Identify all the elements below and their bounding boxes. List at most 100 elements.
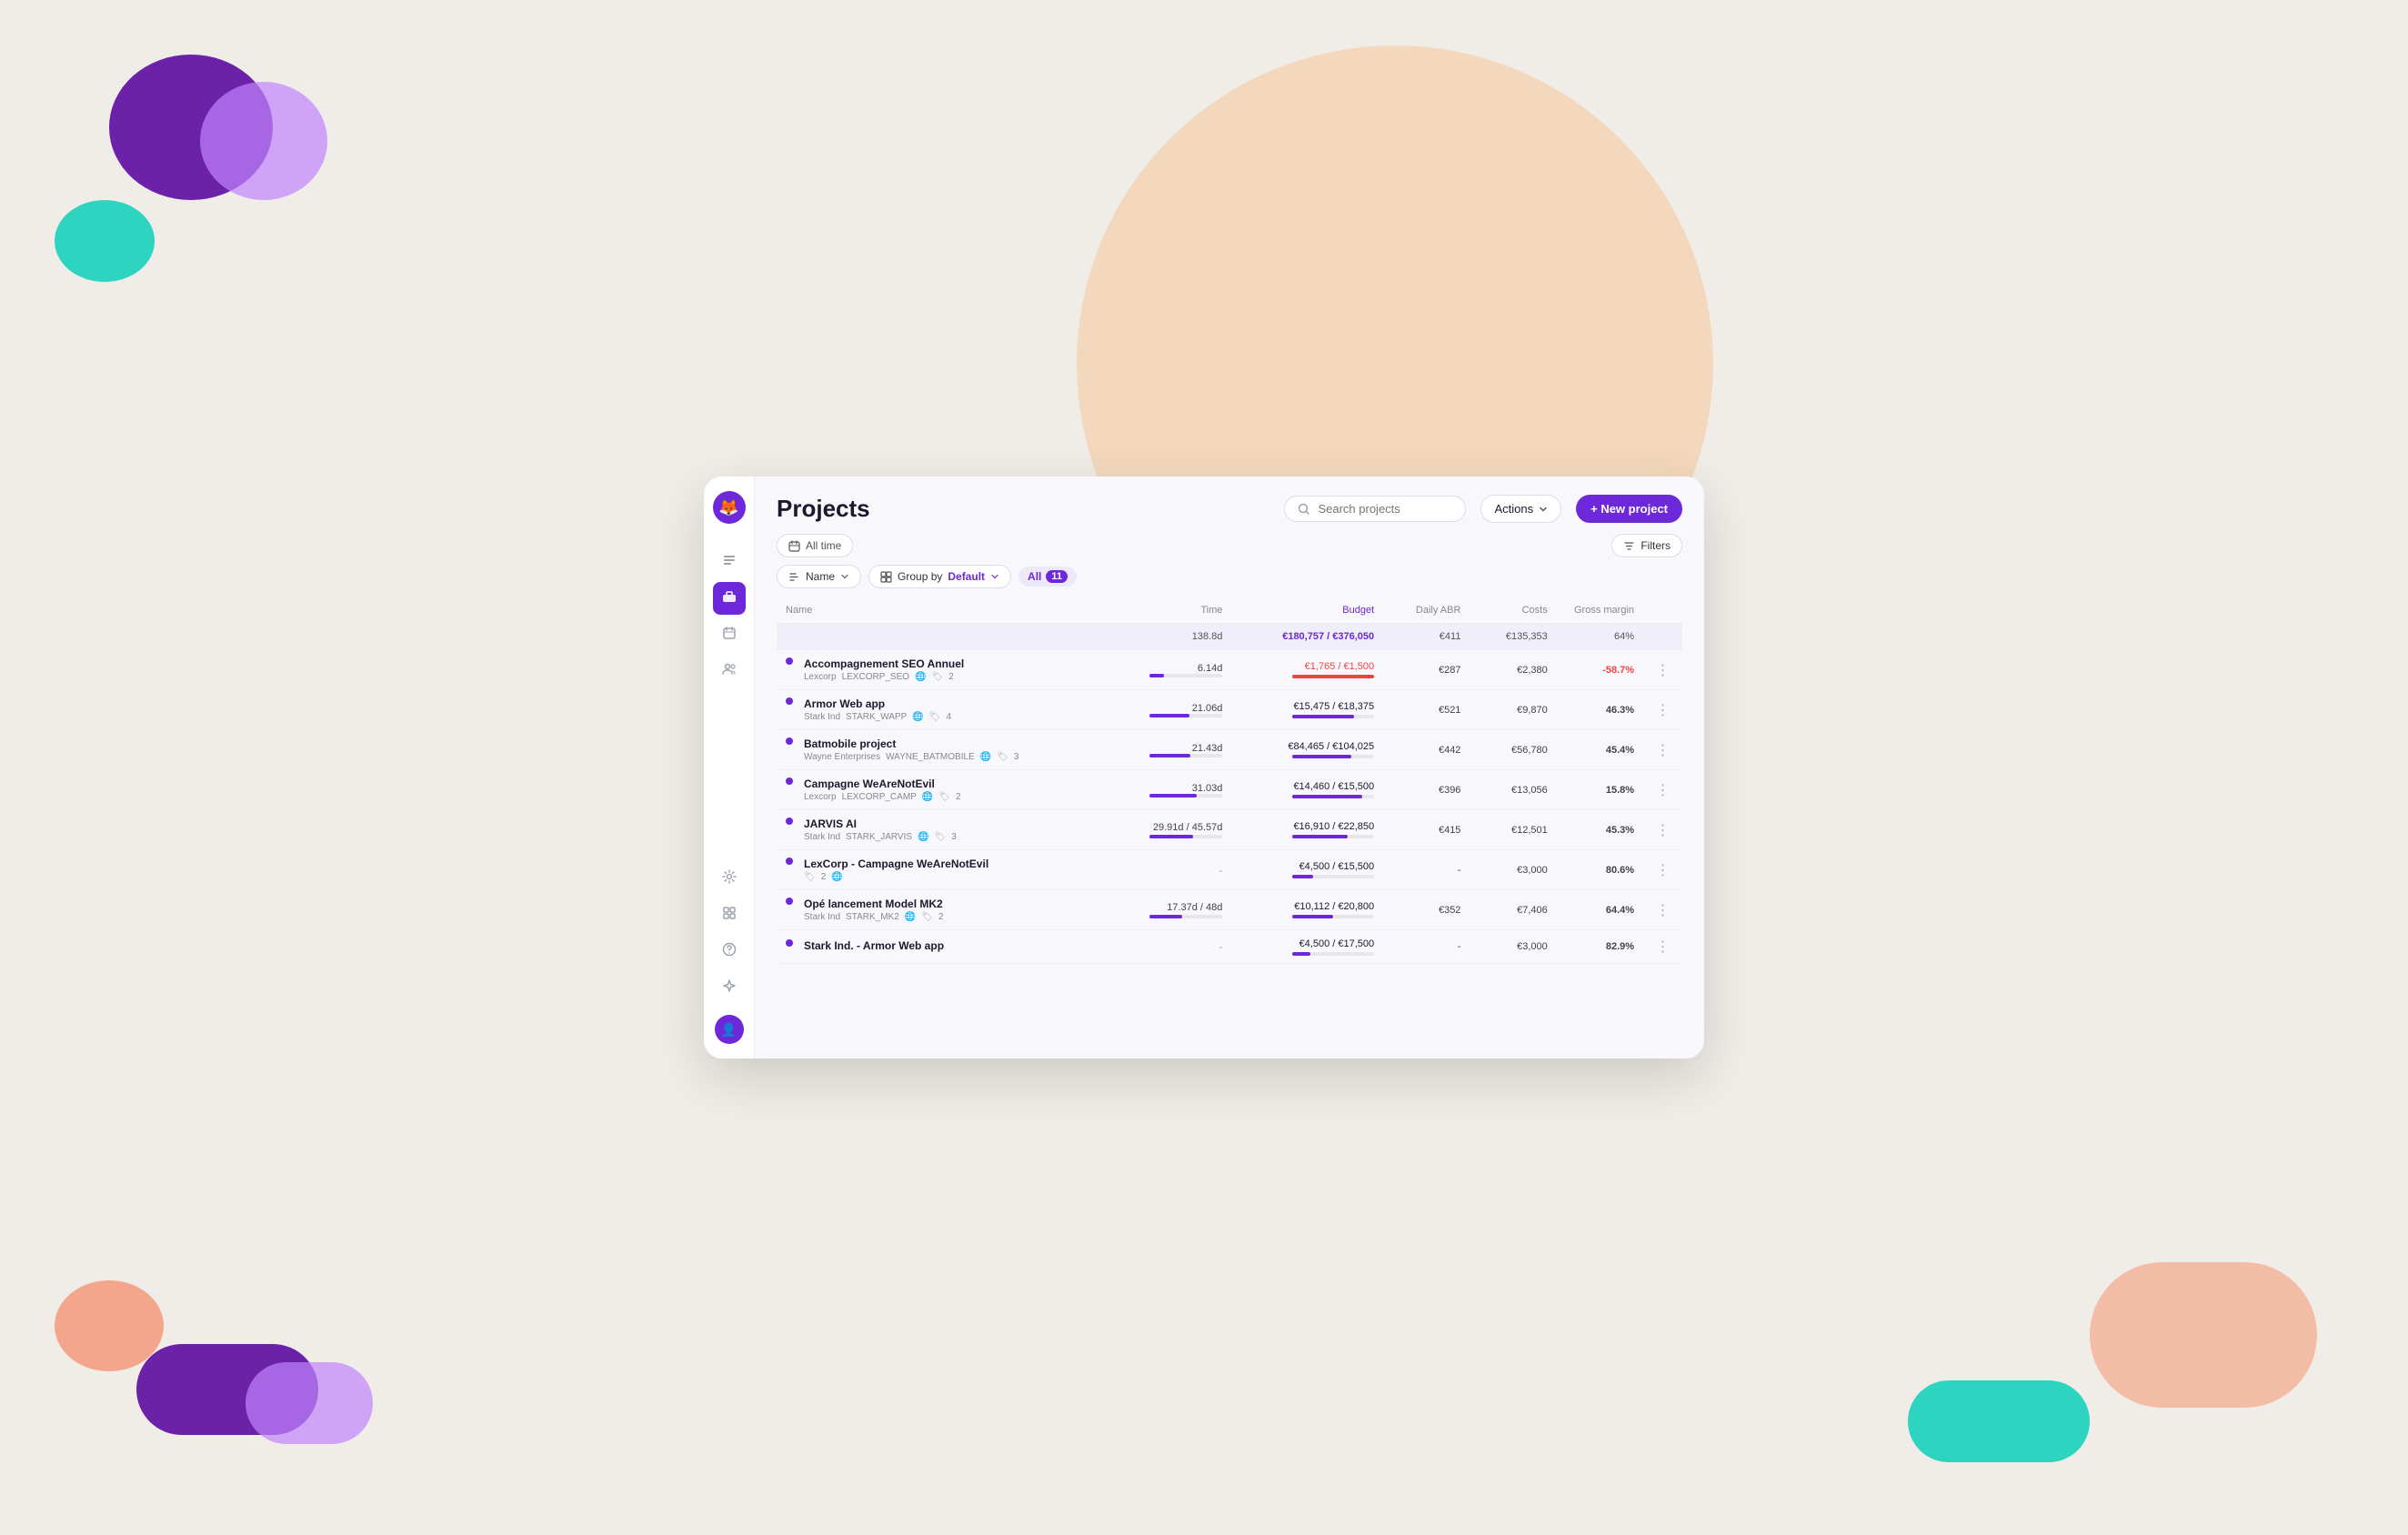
tag-icon: 🏷	[921, 912, 933, 922]
table-header: Name Time Budget Daily ABR Costs Gross m…	[777, 597, 1682, 624]
budget-bar-fill	[1292, 675, 1374, 678]
cell-daily-abr-6: €352	[1383, 890, 1470, 930]
cell-name-4: JARVIS AI Stark Ind STARK_JARVIS 🌐 🏷3	[777, 810, 1123, 850]
help-icon	[722, 942, 737, 961]
cell-menu-4[interactable]: ⋮	[1643, 810, 1682, 850]
cell-menu-5[interactable]: ⋮	[1643, 850, 1682, 890]
sidebar-item-sparkle[interactable]	[713, 971, 746, 1004]
blob-teal-left	[55, 200, 155, 282]
budget-bar	[1292, 835, 1374, 838]
blob-salmon-left	[55, 1280, 164, 1371]
time-single: 21.43d	[1132, 743, 1222, 757]
all-badge[interactable]: All 11	[1018, 567, 1077, 587]
cell-gross-margin-1: 46.3%	[1557, 690, 1643, 730]
time-bar	[1149, 754, 1222, 757]
time-value: 6.14d	[1132, 663, 1222, 674]
filters-row: Name Group by Default All 11	[755, 565, 1704, 597]
project-name: JARVIS AI	[804, 818, 957, 830]
cell-gross-margin-5: 80.6%	[1557, 850, 1643, 890]
cell-menu-0[interactable]: ⋮	[1643, 650, 1682, 690]
sort-icon	[788, 571, 800, 583]
budget-amount: €84,465 / €104,025	[1240, 741, 1374, 752]
sidebar-item-projects[interactable]	[713, 582, 746, 615]
project-name: Opé lancement Model MK2	[804, 898, 943, 910]
cell-costs-7: €3,000	[1470, 930, 1556, 964]
sparkle-icon	[722, 978, 737, 998]
cell-time-3: 31.03d	[1123, 770, 1231, 810]
cell-costs-5: €3,000	[1470, 850, 1556, 890]
sidebar-item-list[interactable]	[713, 546, 746, 578]
tags-count: 3	[951, 832, 957, 842]
budget-bar-fill	[1292, 835, 1348, 838]
group-by-button[interactable]: Group by Default	[868, 565, 1011, 588]
project-name: Accompagnement SEO Annuel	[804, 657, 964, 670]
cell-gross-margin-4: 45.3%	[1557, 810, 1643, 850]
cell-menu-3[interactable]: ⋮	[1643, 770, 1682, 810]
header: Projects Actions + New project	[755, 477, 1704, 534]
sidebar-item-grid[interactable]	[713, 898, 746, 931]
project-name: Armor Web app	[804, 697, 951, 710]
all-time-button[interactable]: All time	[777, 534, 853, 557]
time-value: 21.43d	[1132, 743, 1222, 754]
search-input[interactable]	[1318, 502, 1445, 516]
new-project-button[interactable]: + New project	[1576, 495, 1682, 523]
budget-amount: €4,500 / €17,500	[1240, 938, 1374, 949]
sidebar-item-settings[interactable]	[713, 862, 746, 895]
cell-daily-abr-2: €442	[1383, 730, 1470, 770]
project-code: LEXCORP_CAMP	[842, 792, 917, 802]
grid-icon	[722, 906, 737, 925]
app-logo: 🦊	[713, 491, 746, 524]
list-icon	[722, 553, 737, 572]
time-bar	[1149, 915, 1222, 918]
cell-menu-1[interactable]: ⋮	[1643, 690, 1682, 730]
budget-container: €4,500 / €17,500	[1240, 938, 1374, 956]
project-code: STARK_MK2	[846, 912, 899, 922]
tags-count: 2	[956, 792, 961, 802]
cell-costs-3: €13,056	[1470, 770, 1556, 810]
sidebar-item-users[interactable]	[713, 655, 746, 687]
time-bar-fill	[1149, 794, 1197, 798]
sidebar-item-calendar[interactable]	[713, 618, 746, 651]
cell-daily-abr-0: €287	[1383, 650, 1470, 690]
project-name: LexCorp - Campagne WeAreNotEvil	[804, 858, 988, 870]
blob-teal-bottom	[1908, 1380, 2090, 1462]
group-icon	[880, 571, 892, 583]
project-meta: 🏷2 🌐	[804, 872, 988, 882]
cell-menu-7[interactable]: ⋮	[1643, 930, 1682, 964]
cell-costs-6: €7,406	[1470, 890, 1556, 930]
cell-name-1: Armor Web app Stark Ind STARK_WAPP 🌐 🏷4	[777, 690, 1123, 730]
blob-salmon-right	[2090, 1262, 2317, 1408]
sidebar-item-help[interactable]	[713, 935, 746, 968]
settings-icon	[722, 869, 737, 888]
cell-gross-margin-0: -58.7%	[1557, 650, 1643, 690]
main-content: Projects Actions + New project All time	[755, 477, 1704, 1058]
budget-amount: €4,500 / €15,500	[1240, 861, 1374, 872]
cell-budget-6: €10,112 / €20,800	[1231, 890, 1383, 930]
col-header-budget: Budget	[1231, 597, 1383, 624]
cell-menu-6[interactable]: ⋮	[1643, 890, 1682, 930]
tag-icon: 🏷	[804, 872, 816, 882]
cell-costs-1: €9,870	[1470, 690, 1556, 730]
project-name: Campagne WeAreNotEvil	[804, 778, 961, 790]
user-avatar[interactable]: 👤	[715, 1015, 744, 1044]
budget-bar-fill	[1292, 755, 1351, 758]
summary-menu	[1643, 624, 1682, 650]
sort-button[interactable]: Name	[777, 565, 861, 588]
table-row: Opé lancement Model MK2 Stark Ind STARK_…	[777, 890, 1682, 930]
cell-budget-0: €1,765 / €1,500	[1231, 650, 1383, 690]
time-bar-fill	[1149, 754, 1190, 757]
budget-bar	[1292, 755, 1374, 758]
search-icon	[1298, 503, 1310, 516]
globe-icon2: 🌐	[831, 872, 842, 882]
search-box[interactable]	[1284, 496, 1466, 522]
time-bar-fill	[1149, 674, 1164, 677]
globe-icon: 🌐	[918, 832, 928, 842]
filters-button[interactable]: Filters	[1611, 534, 1682, 557]
summary-spacer	[777, 624, 1123, 650]
actions-button[interactable]: Actions	[1480, 495, 1561, 523]
cell-menu-2[interactable]: ⋮	[1643, 730, 1682, 770]
projects-table: Name Time Budget Daily ABR Costs Gross m…	[777, 597, 1682, 964]
company-name: Lexcorp	[804, 792, 837, 802]
budget-amount: €1,765 / €1,500	[1240, 661, 1374, 672]
cell-time-4: 29.91d / 45.57d	[1123, 810, 1231, 850]
